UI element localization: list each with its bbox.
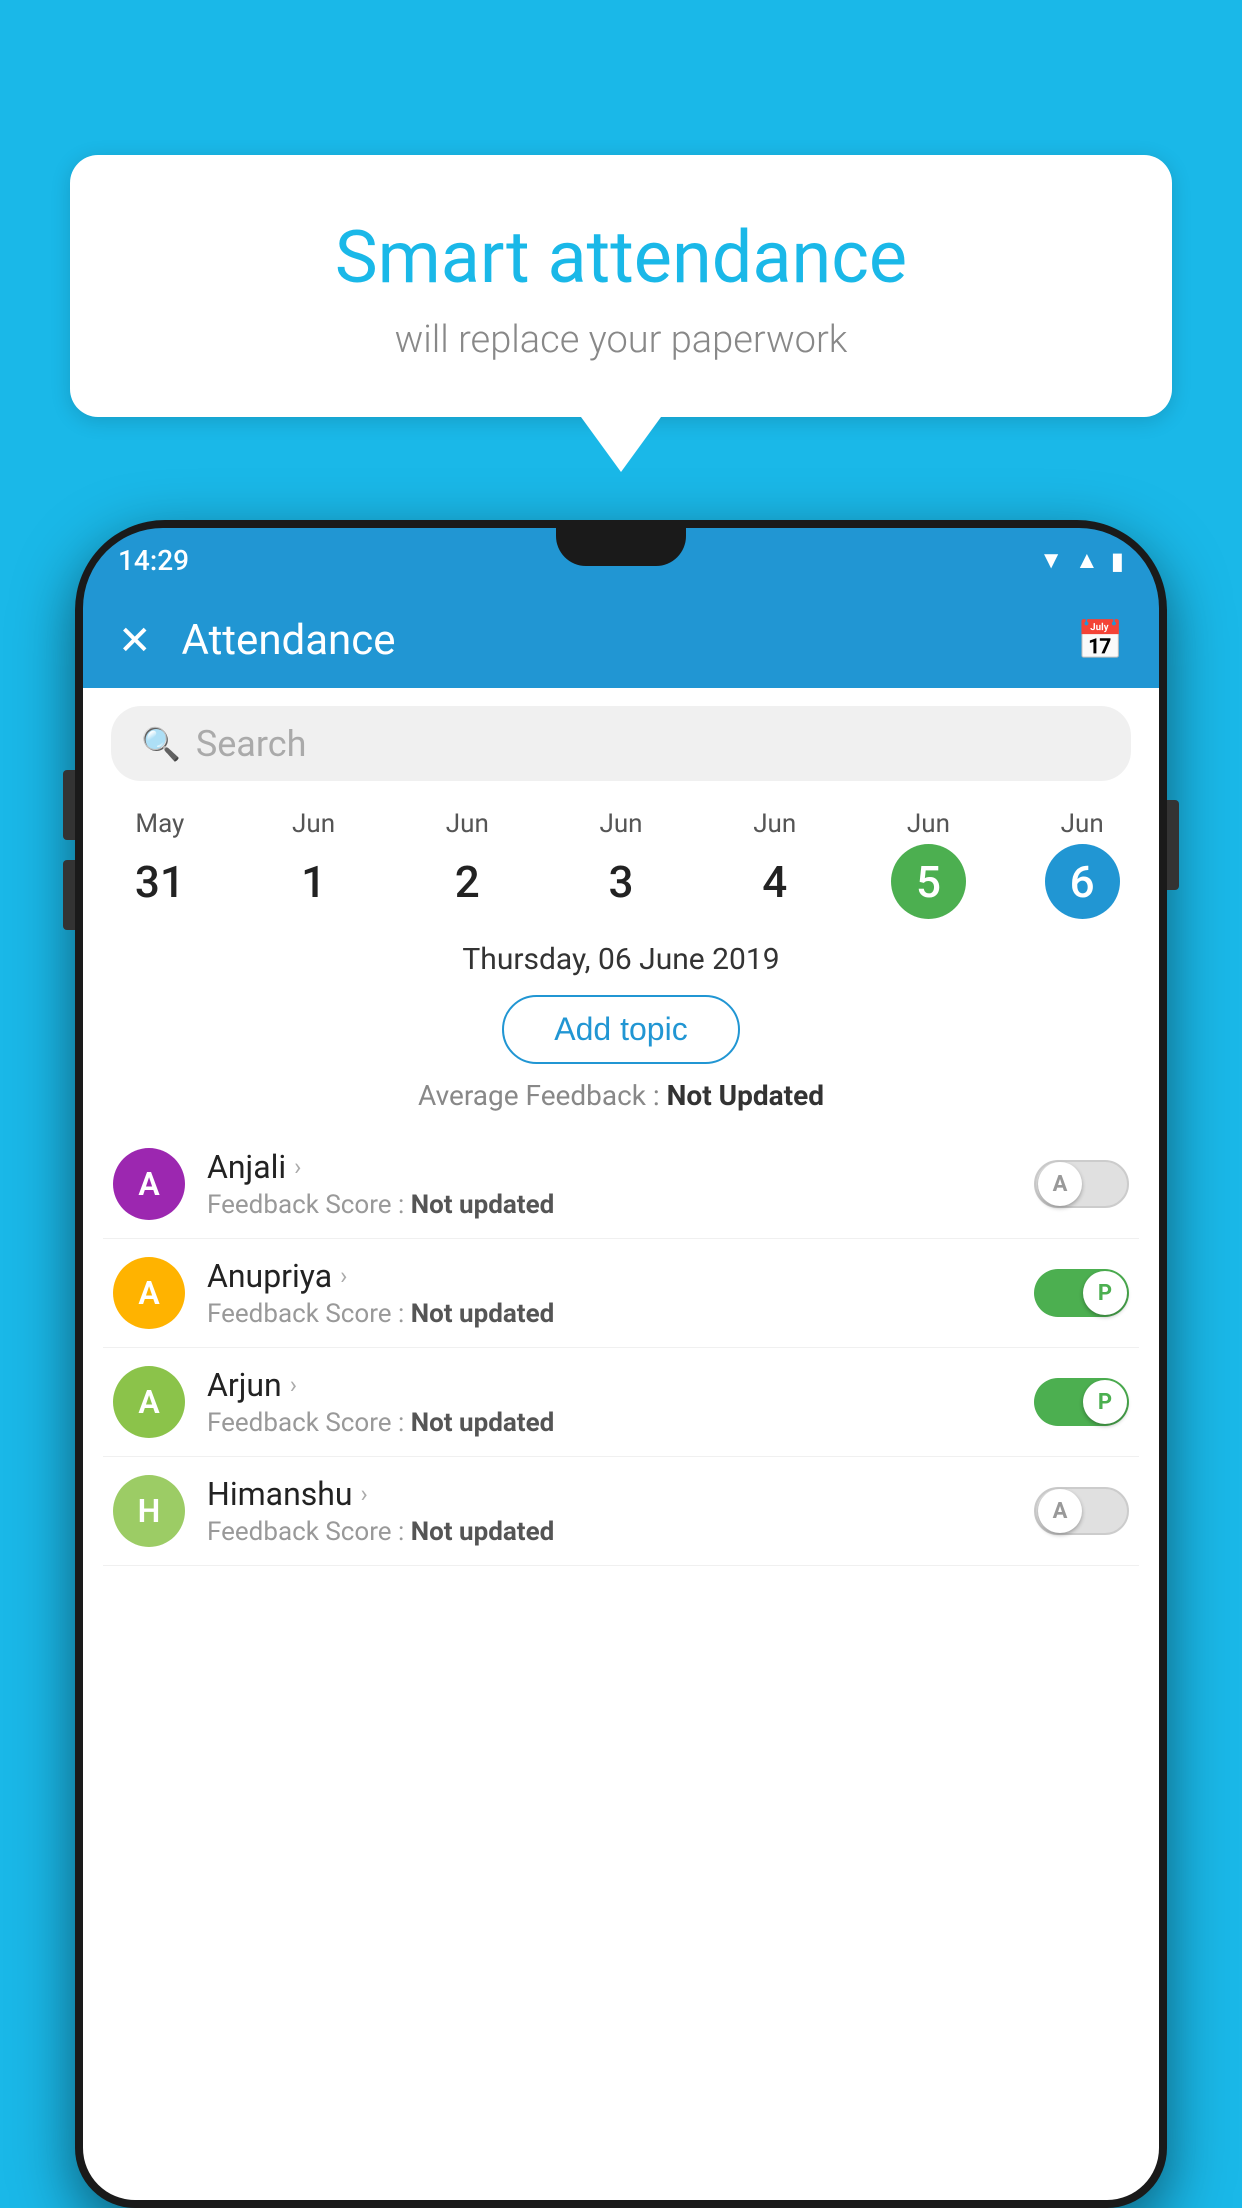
date-day: 2 (430, 844, 505, 919)
add-topic-button[interactable]: Add topic (502, 995, 739, 1064)
speech-bubble-container: Smart attendance will replace your paper… (70, 155, 1172, 472)
speech-bubble-arrow (581, 417, 661, 472)
student-name: Arjun › (207, 1366, 1034, 1404)
toggle-knob: A (1038, 1162, 1082, 1206)
notch (556, 528, 686, 566)
toggle-on[interactable]: P (1034, 1269, 1129, 1317)
student-list: A Anjali › Feedback Score : Not updated … (83, 1130, 1159, 1566)
date-month: May (83, 809, 237, 839)
battery-icon: ▮ (1111, 547, 1124, 575)
status-bar: 14:29 ▼ ▲ ▮ (83, 528, 1159, 593)
date-month: Jun (237, 809, 391, 839)
chevron-right-icon: › (290, 1371, 297, 1399)
student-name: Himanshu › (207, 1475, 1034, 1513)
list-item: A Anjali › Feedback Score : Not updated … (103, 1130, 1139, 1239)
date-day: 4 (737, 844, 812, 919)
student-info[interactable]: Arjun › Feedback Score : Not updated (207, 1366, 1034, 1438)
date-month: Jun (852, 809, 1006, 839)
date-day: 3 (584, 844, 659, 919)
date-month: Jun (1005, 809, 1159, 839)
date-cell-jun4[interactable]: Jun 4 (698, 809, 852, 919)
student-info[interactable]: Anjali › Feedback Score : Not updated (207, 1148, 1034, 1220)
volume-up-button (63, 770, 75, 840)
avg-feedback: Average Feedback : Not Updated (83, 1079, 1159, 1112)
date-month: Jun (698, 809, 852, 839)
wifi-icon: ▼ (1039, 546, 1063, 575)
date-cell-jun1[interactable]: Jun 1 (237, 809, 391, 919)
date-day-selected-blue: 6 (1045, 844, 1120, 919)
close-button[interactable]: ✕ (118, 617, 152, 664)
list-item: A Arjun › Feedback Score : Not updated P (103, 1348, 1139, 1457)
search-icon: 🔍 (141, 725, 181, 763)
toggle-off[interactable]: A (1034, 1487, 1129, 1535)
toggle-off[interactable]: A (1034, 1160, 1129, 1208)
phone-screen: 14:29 ▼ ▲ ▮ ✕ Attendance 📅 🔍 Search (83, 528, 1159, 2200)
speech-bubble-title: Smart attendance (150, 215, 1092, 300)
student-score: Feedback Score : Not updated (207, 1408, 1034, 1438)
list-item: H Himanshu › Feedback Score : Not update… (103, 1457, 1139, 1566)
power-button (1167, 800, 1179, 890)
avatar: H (113, 1475, 185, 1547)
attendance-toggle[interactable]: A (1034, 1487, 1129, 1535)
toggle-knob: P (1083, 1271, 1127, 1315)
date-cell-may31[interactable]: May 31 (83, 809, 237, 919)
signal-icon: ▲ (1075, 546, 1099, 575)
date-day-selected-green: 5 (891, 844, 966, 919)
date-cell-jun6[interactable]: Jun 6 (1005, 809, 1159, 919)
date-month: Jun (390, 809, 544, 839)
app-bar-title: Attendance (182, 616, 1077, 665)
avatar: A (113, 1366, 185, 1438)
avatar: A (113, 1257, 185, 1329)
attendance-toggle[interactable]: P (1034, 1378, 1129, 1426)
calendar-icon[interactable]: 📅 (1077, 619, 1124, 663)
chevron-right-icon: › (294, 1153, 301, 1181)
avg-feedback-label: Average Feedback : (418, 1079, 660, 1112)
attendance-toggle[interactable]: A (1034, 1160, 1129, 1208)
chevron-right-icon: › (340, 1262, 347, 1290)
status-icons: ▼ ▲ ▮ (1039, 546, 1124, 575)
search-input-container[interactable]: 🔍 Search (111, 706, 1131, 781)
date-day: 1 (276, 844, 351, 919)
student-score: Feedback Score : Not updated (207, 1517, 1034, 1547)
date-cell-jun2[interactable]: Jun 2 (390, 809, 544, 919)
search-placeholder: Search (196, 723, 307, 765)
app-bar: ✕ Attendance 📅 (83, 593, 1159, 688)
chevron-right-icon: › (361, 1480, 368, 1508)
attendance-toggle[interactable]: P (1034, 1269, 1129, 1317)
selected-date-text: Thursday, 06 June 2019 (83, 924, 1159, 985)
date-cell-jun3[interactable]: Jun 3 (544, 809, 698, 919)
student-name: Anjali › (207, 1148, 1034, 1186)
phone-frame: 14:29 ▼ ▲ ▮ ✕ Attendance 📅 🔍 Search (75, 520, 1167, 2208)
speech-bubble-subtitle: will replace your paperwork (150, 318, 1092, 362)
student-info[interactable]: Anupriya › Feedback Score : Not updated (207, 1257, 1034, 1329)
date-month: Jun (544, 809, 698, 839)
toggle-knob: P (1083, 1380, 1127, 1424)
volume-down-button (63, 860, 75, 930)
search-bar: 🔍 Search (83, 688, 1159, 799)
student-score: Feedback Score : Not updated (207, 1299, 1034, 1329)
list-item: A Anupriya › Feedback Score : Not update… (103, 1239, 1139, 1348)
speech-bubble: Smart attendance will replace your paper… (70, 155, 1172, 417)
status-time: 14:29 (118, 544, 189, 577)
screen-body: 🔍 Search May 31 Jun 1 Jun (83, 688, 1159, 2200)
toggle-on[interactable]: P (1034, 1378, 1129, 1426)
student-info[interactable]: Himanshu › Feedback Score : Not updated (207, 1475, 1034, 1547)
date-strip: May 31 Jun 1 Jun 2 Jun 3 (83, 799, 1159, 924)
student-score: Feedback Score : Not updated (207, 1190, 1034, 1220)
student-name: Anupriya › (207, 1257, 1034, 1295)
toggle-knob: A (1038, 1489, 1082, 1533)
date-cell-jun5[interactable]: Jun 5 (852, 809, 1006, 919)
avatar: A (113, 1148, 185, 1220)
date-day: 31 (122, 844, 197, 919)
avg-feedback-value: Not Updated (667, 1079, 824, 1112)
